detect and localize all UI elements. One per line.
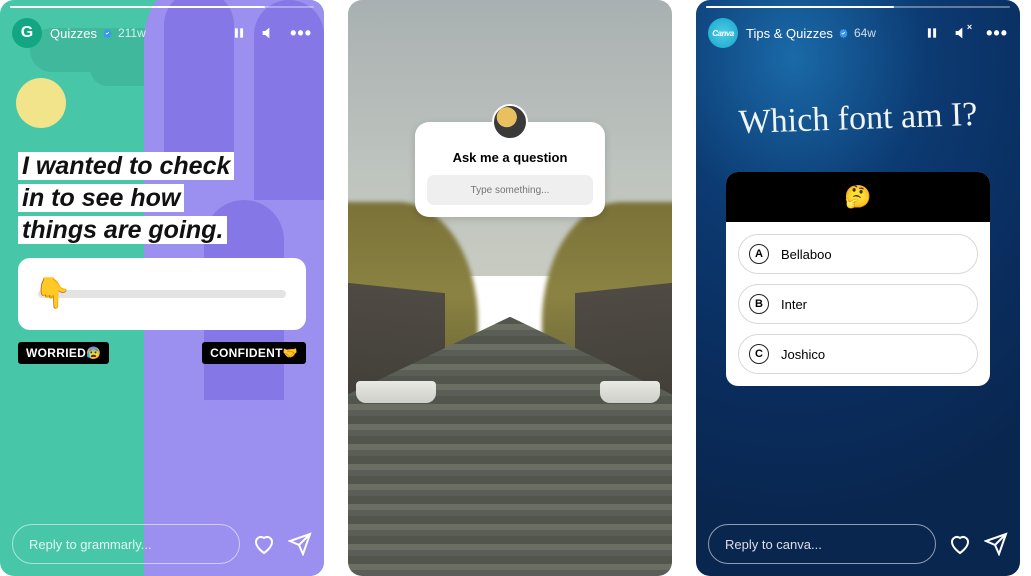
mute-x: × [967,22,972,32]
quiz-option[interactable]: C Joshico [738,334,978,374]
quiz-option-letter: C [749,344,769,364]
like-icon[interactable] [948,532,972,556]
slider-track[interactable]: 👇 [38,290,286,298]
slider-label-right: CONFIDENT🤝 [202,342,306,364]
quiz-sticker: 🤔 A Bellaboo B Inter C Joshico [726,172,990,386]
header-controls: ••• [232,23,312,44]
slider-sticker[interactable]: 👇 [18,258,306,330]
slider-label-left: WORRIED😰 [18,342,109,364]
timestamp: 64w [854,26,876,40]
quiz-option[interactable]: A Bellaboo [738,234,978,274]
decor-boat [600,381,660,403]
quiz-option-label: Inter [781,297,807,312]
slider-thumb-emoji[interactable]: 👇 [34,276,71,311]
question-avatar [492,104,528,140]
send-icon[interactable] [984,532,1008,556]
story-footer [696,512,1020,576]
header-meta: Tips & Quizzes 64w [746,26,876,41]
question-sticker[interactable]: Ask me a question [415,122,605,217]
pause-icon[interactable] [925,26,939,40]
question-prompt: Ask me a question [427,150,593,165]
headline-line: I wanted to check [18,152,234,180]
more-icon[interactable]: ••• [290,23,312,44]
quiz-option-label: Joshico [781,347,825,362]
avatar[interactable]: G [12,18,42,48]
quiz-emoji: 🤔 [726,172,990,222]
story-footer [0,512,324,576]
verified-icon [838,28,849,39]
timestamp: 211w [118,26,146,40]
verified-icon [102,28,113,39]
decor-boat [356,381,436,403]
headline-line: things are going. [18,216,227,244]
avatar[interactable]: Canva [708,18,738,48]
quiz-option-label: Bellaboo [781,247,832,262]
volume-icon[interactable] [260,25,276,41]
slider-labels: WORRIED😰 CONFIDENT🤝 [18,342,306,364]
quiz-option[interactable]: B Inter [738,284,978,324]
quiz-option-letter: B [749,294,769,314]
question-input[interactable] [427,175,593,205]
more-icon[interactable]: ••• [986,23,1008,44]
headline-text: I wanted to check in to see how things a… [18,150,234,246]
story-2: Ask me a question [348,0,672,576]
story-header: G Quizzes 211w ••• [0,0,324,58]
volume-mute-icon[interactable]: × [953,25,972,41]
story-header: Canva Tips & Quizzes 64w × ••• [696,0,1020,58]
like-icon[interactable] [252,532,276,556]
headline-line: in to see how [18,184,184,212]
quiz-options: A Bellaboo B Inter C Joshico [726,222,990,386]
username[interactable]: Tips & Quizzes [746,26,833,41]
reply-input[interactable] [708,524,936,564]
reply-input[interactable] [12,524,240,564]
decor-sun [16,78,66,128]
send-icon[interactable] [288,532,312,556]
story-1: G Quizzes 211w ••• I wanted to check in … [0,0,324,576]
story-3: Canva Tips & Quizzes 64w × ••• Which fon… [696,0,1020,576]
pause-icon[interactable] [232,26,246,40]
quiz-option-letter: A [749,244,769,264]
header-controls: × ••• [925,23,1008,44]
header-meta: Quizzes 211w [50,26,146,41]
username[interactable]: Quizzes [50,26,97,41]
story-2-background [348,0,672,576]
